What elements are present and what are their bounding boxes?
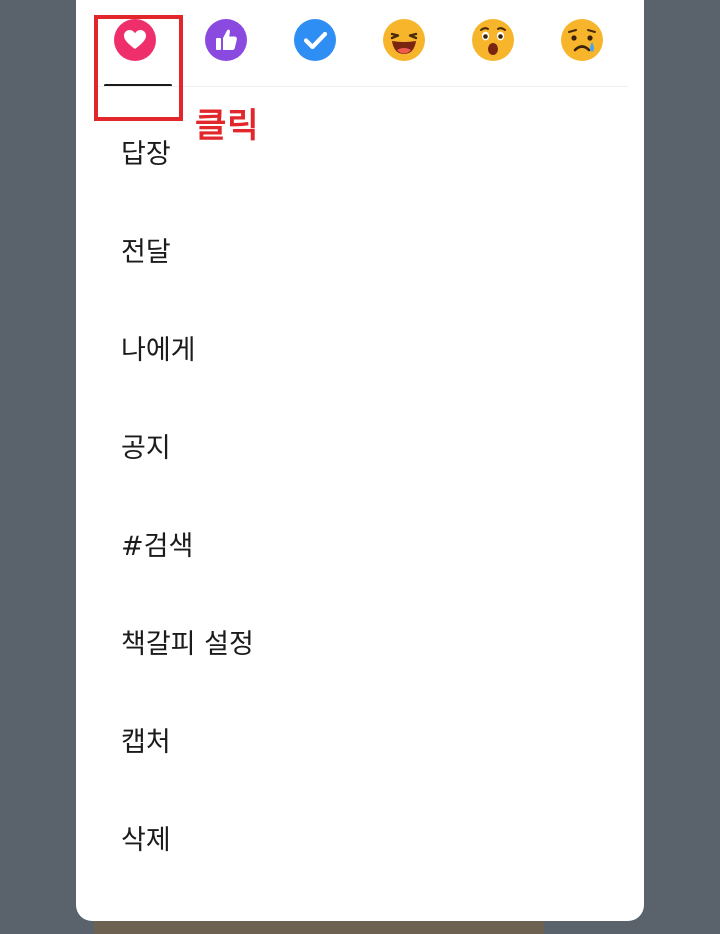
menu-item-search[interactable]: #검색 [76, 494, 644, 592]
surprised-face-icon [472, 19, 514, 61]
sad-tear-face-icon [561, 19, 603, 61]
menu-item-forward[interactable]: 전달 [76, 200, 644, 298]
thumbs-up-icon [205, 19, 247, 61]
reaction-laugh-button[interactable] [383, 19, 425, 61]
click-annotation-label: 클릭 [195, 106, 260, 146]
message-action-sheet: 답장 전달 나에게 공지 #검색 책갈피 설정 캡처 삭제 [76, 0, 644, 921]
reaction-thumbs-up-button[interactable] [205, 19, 247, 61]
menu-item-label: 책갈피 설정 [121, 628, 254, 660]
menu-item-label: 답장 [121, 138, 171, 170]
click-highlight-box [94, 15, 183, 121]
menu-item-label: 전달 [121, 236, 171, 268]
menu-item-label: 나에게 [121, 334, 196, 366]
menu-item-notice[interactable]: 공지 [76, 396, 644, 494]
reaction-check-button[interactable] [294, 19, 336, 61]
menu-item-label: 캡처 [121, 726, 171, 758]
message-action-menu: 답장 전달 나에게 공지 #검색 책갈피 설정 캡처 삭제 [76, 102, 644, 886]
menu-item-label: 삭제 [121, 824, 171, 856]
menu-item-label: 공지 [121, 432, 171, 464]
menu-item-bookmark[interactable]: 책갈피 설정 [76, 592, 644, 690]
menu-item-delete[interactable]: 삭제 [76, 788, 644, 886]
reaction-sad-button[interactable] [561, 19, 603, 61]
laughing-face-icon [383, 19, 425, 61]
menu-item-label: #검색 [121, 530, 194, 562]
menu-item-capture[interactable]: 캡처 [76, 690, 644, 788]
check-icon [294, 19, 336, 61]
menu-item-send-to-me[interactable]: 나에게 [76, 298, 644, 396]
reaction-surprised-button[interactable] [472, 19, 514, 61]
